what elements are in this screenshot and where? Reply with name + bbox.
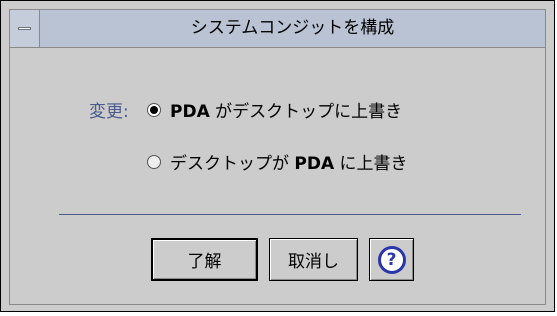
radio-desktop-overwrites-pda[interactable]: デスクトップが PDA に上書き [147,149,408,174]
cancel-button[interactable]: 取消し [269,238,358,281]
title-bar[interactable]: システムコンジットを構成 [10,10,545,48]
radio-label-desktop-overwrites-pda: デスクトップが PDA に上書き [170,154,408,174]
change-label: 変更: [89,102,129,122]
window-menu-button[interactable] [10,10,40,47]
cancel-button-label: 取消し [288,252,339,272]
ok-button-label: 了解 [187,252,222,272]
ok-button[interactable]: 了解 [151,238,258,281]
dialog-window: システムコンジットを構成 変更: PDA がデスクトップに上書き デスクトップが… [0,0,555,312]
separator-line [59,214,521,215]
window-title: システムコンジットを構成 [190,18,395,38]
help-button[interactable]: ? [369,238,414,281]
help-icon: ? [377,245,406,274]
window-menu-icon [18,27,31,30]
radio-pda-overwrites-desktop[interactable]: PDA がデスクトップに上書き [147,97,402,122]
radio-label-pda-overwrites-desktop: PDA がデスクトップに上書き [170,102,403,122]
radio-checked-icon[interactable] [147,102,161,117]
radio-unchecked-icon[interactable] [147,154,161,169]
